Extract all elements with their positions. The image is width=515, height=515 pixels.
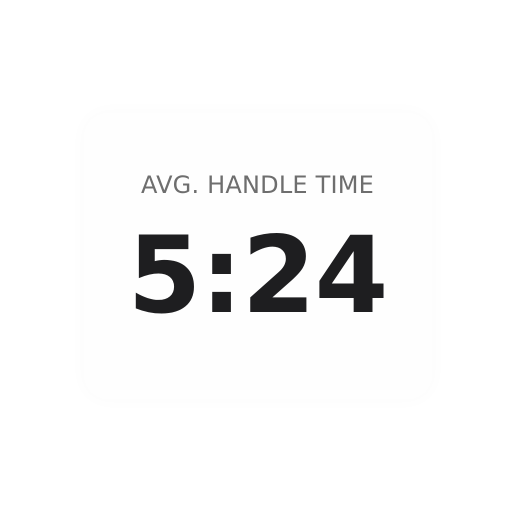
metric-label: AVG. HANDLE TIME — [140, 171, 375, 199]
metric-value: 5:24 — [127, 214, 389, 337]
